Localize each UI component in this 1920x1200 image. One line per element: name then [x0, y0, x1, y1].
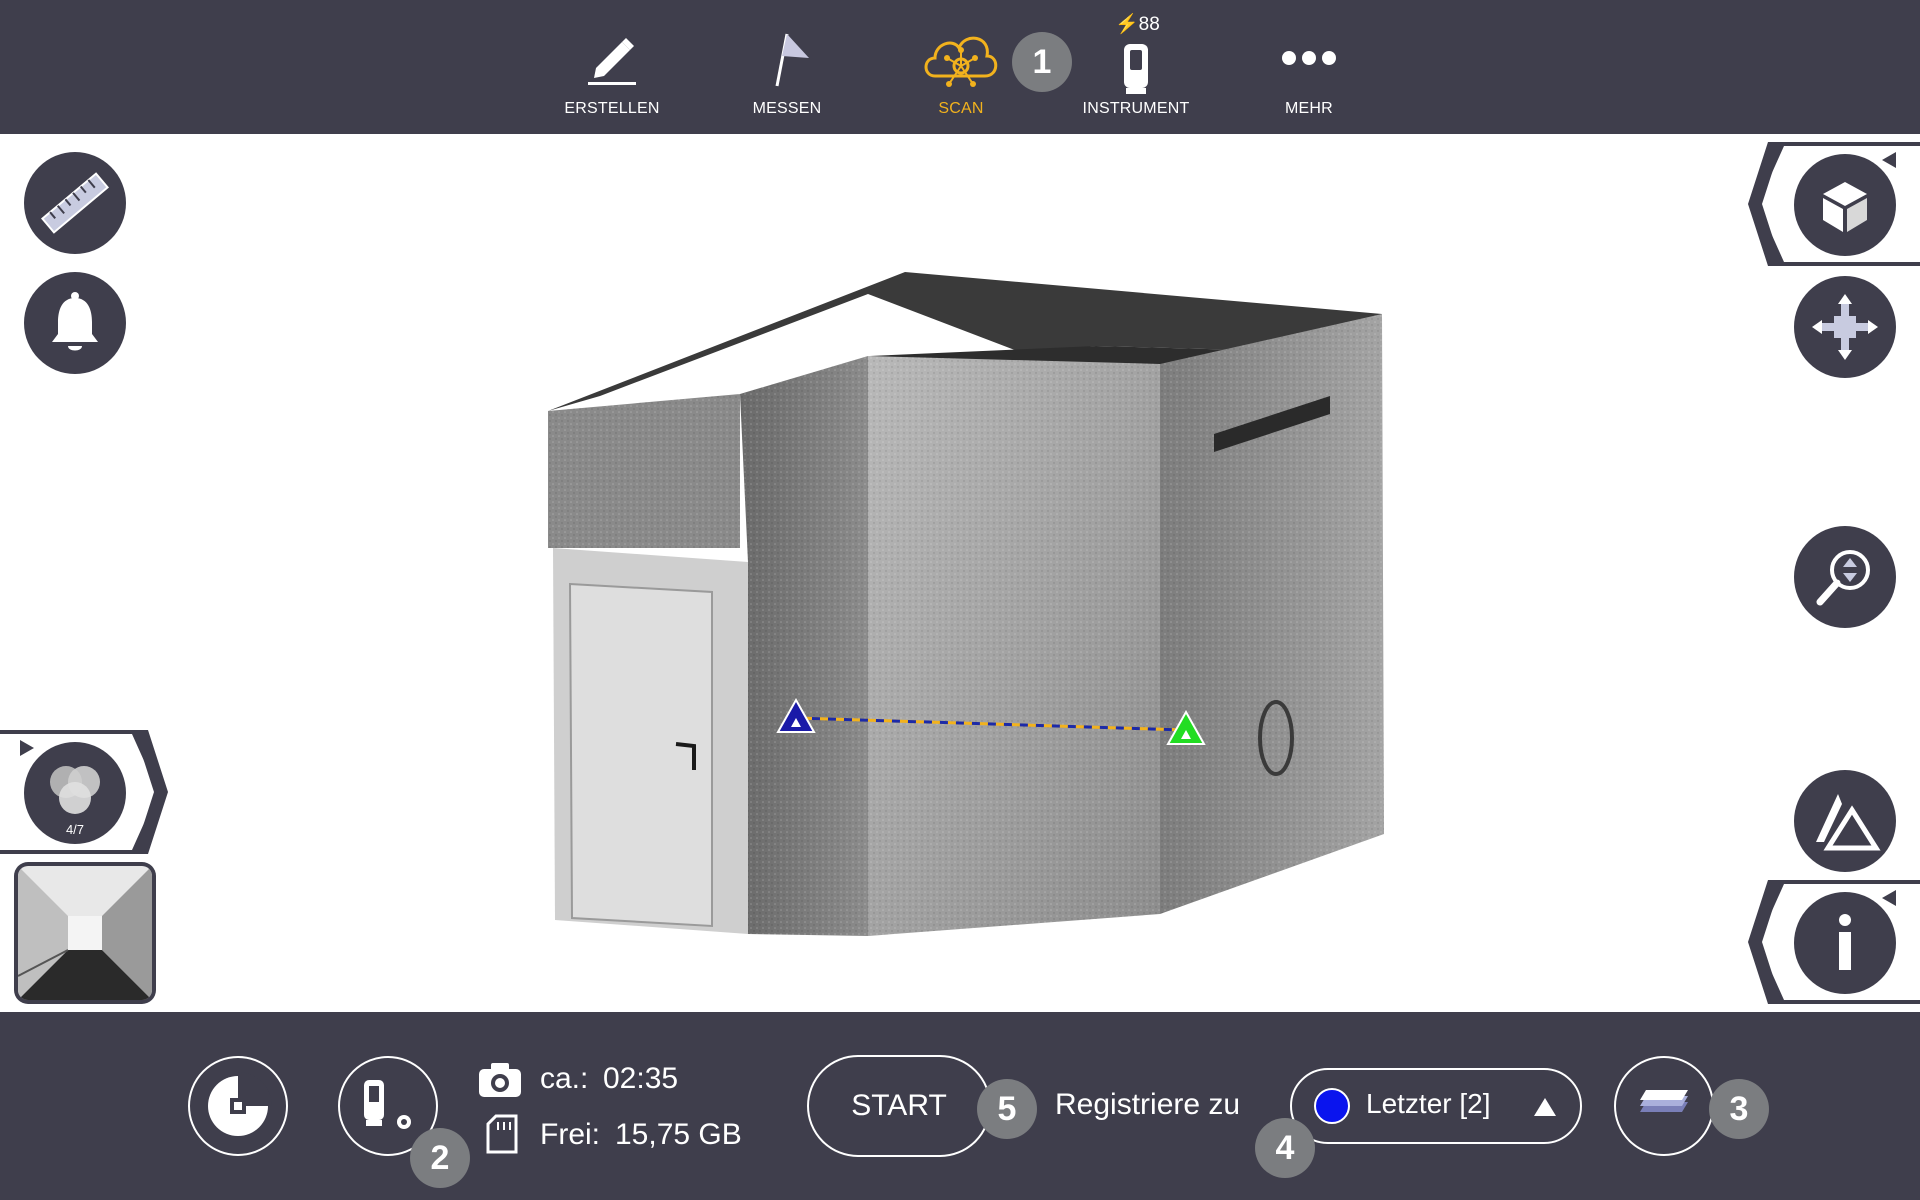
scan-filter-panel[interactable]: 4/7	[0, 730, 168, 854]
lightning-icon: ⚡	[1115, 14, 1139, 35]
zoom-button[interactable]	[1794, 526, 1896, 628]
battery-level: 88	[1138, 14, 1160, 35]
info-icon	[1839, 914, 1851, 970]
flag-icon	[775, 33, 809, 87]
info-panel[interactable]	[1748, 880, 1920, 1004]
cloud-scan-icon	[924, 36, 998, 87]
callout-4: 4	[1255, 1118, 1315, 1178]
register-to-label: Registriere zu	[1055, 1088, 1241, 1121]
layers-button[interactable]	[1614, 1056, 1714, 1156]
nav-label-instrument: INSTRUMENT	[1082, 100, 1190, 117]
callout-3: 3	[1709, 1079, 1769, 1139]
sd-card-icon	[486, 1114, 518, 1159]
scan-time-label: ca.:	[540, 1062, 589, 1095]
register-target-dropdown[interactable]: Letzter [2]	[1290, 1068, 1582, 1144]
cube-view-icon	[1823, 182, 1867, 232]
target-triangle-button[interactable]	[1794, 770, 1896, 872]
callout-2: 2	[410, 1128, 470, 1188]
scan-area-icon	[208, 1072, 272, 1136]
triangle-target-icon	[1816, 794, 1881, 851]
camera-icon	[477, 1061, 523, 1104]
nav-messen[interactable]: MESSEN	[712, 0, 862, 134]
caret-up-icon	[1534, 1098, 1556, 1116]
register-target-value: Letzter [2]	[1366, 1088, 1491, 1119]
more-dots-icon	[1282, 51, 1336, 65]
nav-label-messen: MESSEN	[752, 100, 822, 117]
view-cube-button[interactable]	[1794, 154, 1896, 256]
top-navigation-bar: ERSTELLEN MESSEN SCAN ⚡88 INSTRUMENT MEH…	[0, 0, 1920, 134]
scan-filter-count: 4/7	[65, 822, 85, 837]
ruler-icon	[40, 172, 110, 234]
point-cloud-model	[548, 272, 1384, 936]
info-button[interactable]	[1794, 892, 1896, 994]
scan-area-button[interactable]	[188, 1056, 288, 1156]
zoom-icon	[1816, 550, 1870, 606]
pencil-icon	[588, 38, 636, 85]
callout-1: 1	[1012, 32, 1072, 92]
free-space-label: Frei:	[540, 1118, 600, 1151]
bell-icon	[52, 292, 98, 351]
nav-label-erstellen: ERSTELLEN	[564, 100, 660, 117]
nav-mehr[interactable]: MEHR	[1234, 0, 1384, 134]
notifications-button[interactable]	[24, 272, 126, 374]
nav-label-mehr: MEHR	[1285, 100, 1333, 117]
nav-label-scan: SCAN	[938, 100, 984, 117]
move-button[interactable]	[1794, 276, 1896, 378]
start-scan-button[interactable]: START	[807, 1055, 991, 1157]
move-icon	[1812, 294, 1878, 360]
register-target-color-dot	[1314, 1088, 1350, 1124]
ruler-button[interactable]	[24, 152, 126, 254]
instrument-icon	[1124, 44, 1148, 94]
point-cloud-viewport[interactable]	[0, 134, 1920, 1012]
nav-instrument[interactable]: ⚡88 INSTRUMENT	[1061, 0, 1211, 134]
nav-erstellen[interactable]: ERSTELLEN	[537, 0, 687, 134]
free-space-value: 15,75 GB	[615, 1118, 742, 1151]
view-cube-panel[interactable]	[1748, 142, 1920, 266]
scan-time-value: 02:35	[603, 1062, 679, 1095]
callout-5: 5	[977, 1079, 1037, 1139]
battery-indicator: ⚡88	[1115, 12, 1160, 36]
corridor-preview-image	[18, 866, 152, 1000]
camera-thumbnail[interactable]	[14, 862, 156, 1004]
layers-icon	[1640, 1090, 1688, 1112]
scan-filter-button[interactable]: 4/7	[24, 742, 126, 844]
